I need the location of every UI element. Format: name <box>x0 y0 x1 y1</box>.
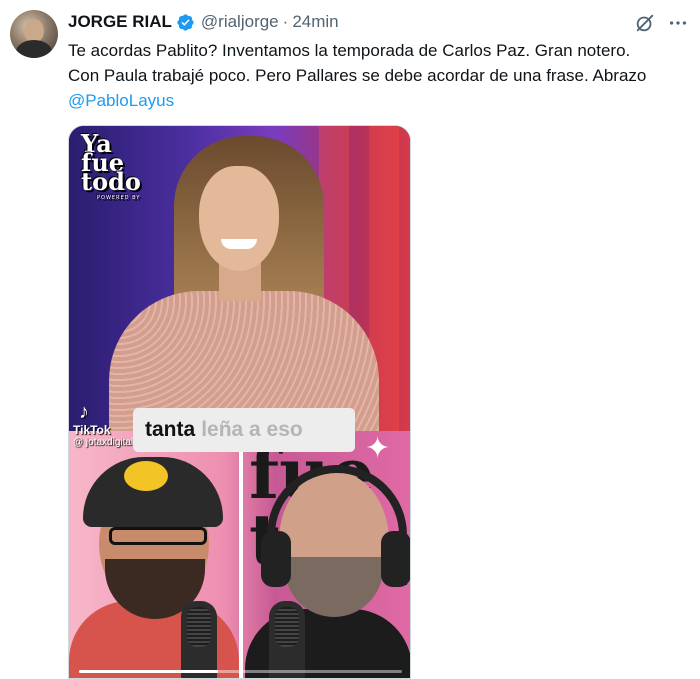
split-divider <box>239 431 243 678</box>
sparkle-icon: ✦ <box>365 432 391 465</box>
tiktok-logo-icon: ♪ <box>79 401 89 423</box>
logo-subtitle: POWERED BY <box>97 195 141 201</box>
tiktok-brand: TikTok <box>73 423 111 437</box>
tweet-text-line: Te acordas Pablito? Inventamos la tempor… <box>68 41 631 60</box>
verified-badge-icon[interactable] <box>176 13 195 32</box>
grok-icon[interactable] <box>634 12 656 34</box>
microphone-icon <box>269 601 305 678</box>
avatar-body <box>16 40 52 58</box>
mic-grill <box>187 607 211 647</box>
video-top-scene: Ya fue todo POWERED BY <box>69 126 410 431</box>
cap-badge-icon <box>124 461 168 491</box>
tiktok-watermark: ♪ TikTok @ jotaxdigital <box>73 401 133 448</box>
video-progress-bar[interactable] <box>79 670 402 673</box>
tweet[interactable]: JORGE RIAL @rialjorge · 24min Te acordas… <box>0 0 700 679</box>
woman-smile <box>221 239 257 249</box>
video-player[interactable]: Ya fue todo POWERED BY fueto ✦ <box>68 125 411 679</box>
tweet-text: Te acordas Pablito? Inventamos la tempor… <box>68 38 688 113</box>
show-logo: Ya fue todo POWERED BY <box>81 132 161 202</box>
avatar[interactable] <box>10 10 58 58</box>
video-caption: tanta leña a eso <box>133 408 355 452</box>
more-options-icon[interactable] <box>667 12 689 34</box>
mention-link[interactable]: @PabloLayus <box>68 88 688 113</box>
tiktok-username: @ jotaxdigital <box>73 437 134 448</box>
author-handle[interactable]: @rialjorge <box>201 12 279 32</box>
separator-dot: · <box>282 12 289 31</box>
author-name[interactable]: JORGE RIAL <box>68 12 172 32</box>
headphone-cup <box>261 531 291 587</box>
video-bottom-scene: fueto ✦ <box>69 431 410 678</box>
tweet-text-line: Con Paula trabajé poco. Pero Pallares se… <box>68 66 647 85</box>
caption-pending: leña a eso <box>201 418 303 441</box>
headphone-cup <box>381 531 410 587</box>
man1-glasses <box>109 527 207 545</box>
caption-highlighted: tanta <box>145 418 196 441</box>
microphone-icon <box>181 601 217 678</box>
mic-grill <box>275 607 299 647</box>
tweet-time[interactable]: 24min <box>292 12 338 32</box>
logo-line: todo <box>81 167 141 196</box>
tweet-header: JORGE RIAL @rialjorge · 24min <box>68 10 339 34</box>
video-progress-fill <box>79 670 218 673</box>
woman-face <box>199 166 279 271</box>
